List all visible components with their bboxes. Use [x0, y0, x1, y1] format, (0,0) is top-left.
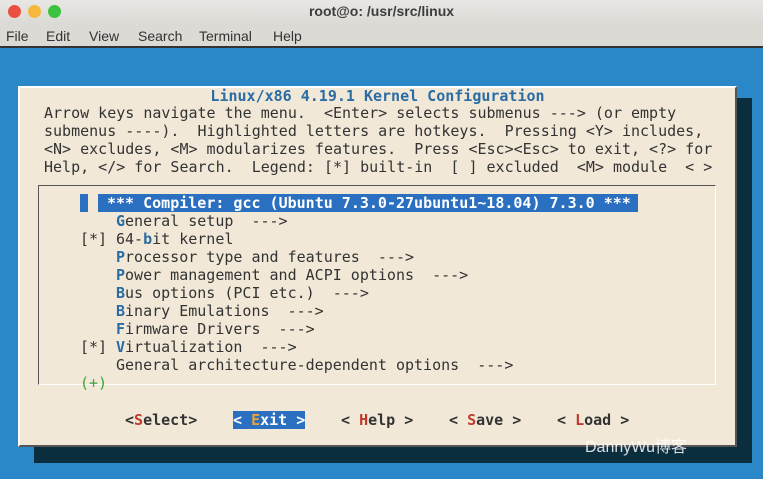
help-text: Arrow keys navigate the menu. <Enter> se… [44, 104, 677, 122]
menu-item[interactable]: General setup ---> [116, 212, 288, 230]
menu-item-label: eneral setup ---> [125, 212, 288, 230]
menu-search[interactable]: Search [138, 28, 182, 44]
menu-item[interactable]: Virtualization ---> [116, 338, 297, 356]
cursor [80, 194, 88, 212]
hotkey: P [116, 266, 126, 284]
help-text: Help, </> for Search. Legend: [*] built-… [44, 158, 713, 176]
dialog-shadow [737, 98, 752, 463]
hotkey: S [467, 411, 477, 429]
button-label: < [557, 411, 576, 429]
menu-item-label: irmware Drivers ---> [125, 320, 315, 338]
button-select[interactable]: <Select> [125, 411, 197, 429]
menubar: File Edit View Search Terminal Help [0, 24, 763, 48]
menu-item-label: us options (PCI etc.) ---> [125, 284, 369, 302]
menu-item[interactable]: 64-bit kernel [116, 230, 233, 248]
menu-view[interactable]: View [89, 28, 119, 44]
menu-item[interactable]: General architecture-dependent options -… [116, 356, 513, 374]
help-text: <N> excludes, <M> modularizes features. … [44, 140, 713, 158]
menu-edit[interactable]: Edit [46, 28, 70, 44]
menu-item-label: *** Compiler: gcc (Ubuntu 7.3.0-27ubuntu… [107, 194, 631, 212]
hotkey: P [116, 248, 126, 266]
menu-item-label: ower management and ACPI options ---> [125, 266, 469, 284]
menu-item-label: 64- [116, 230, 144, 248]
checkbox[interactable]: [*] [80, 230, 107, 248]
button-label: < [449, 411, 468, 429]
button-label: < [125, 411, 135, 429]
menu-item[interactable]: Processor type and features ---> [116, 248, 414, 266]
dialog-title: Linux/x86 4.19.1 Kernel Configuration [210, 87, 545, 105]
hotkey: B [116, 284, 126, 302]
menu-item[interactable]: *** Compiler: gcc (Ubuntu 7.3.0-27ubuntu… [107, 194, 631, 212]
checkbox[interactable]: [*] [80, 338, 107, 356]
menu-terminal[interactable]: Terminal [199, 28, 252, 44]
button-label: elect> [143, 411, 198, 429]
menu-help[interactable]: Help [273, 28, 302, 44]
menu-item[interactable]: Binary Emulations ---> [116, 302, 324, 320]
menu-item-label: rocessor type and features ---> [125, 248, 415, 266]
hotkey: L [575, 411, 585, 429]
help-text: submenus ----). Highlighted letters are … [44, 122, 704, 140]
hotkey: G [116, 212, 126, 230]
button-label: elp > [368, 411, 414, 429]
menu-item[interactable]: Firmware Drivers ---> [116, 320, 315, 338]
menu-item[interactable]: Power management and ACPI options ---> [116, 266, 468, 284]
hotkey: V [116, 338, 126, 356]
button-exit[interactable]: < Exit > [233, 411, 306, 429]
menu-file[interactable]: File [6, 28, 29, 44]
hotkey: b [143, 230, 153, 248]
hotkey: H [359, 411, 369, 429]
hotkey: B [116, 302, 126, 320]
menu-item-label: General architecture-dependent options -… [116, 356, 514, 374]
window-titlebar: root@o: /usr/src/linux [0, 0, 763, 24]
button-label: < [233, 411, 252, 429]
button-label: ave > [476, 411, 522, 429]
menu-item-label: inary Emulations ---> [125, 302, 324, 320]
button-label: xit > [260, 411, 306, 429]
hotkey: F [116, 320, 126, 338]
button-help[interactable]: < Help > [341, 411, 413, 429]
menu-item-label: it kernel [152, 230, 234, 248]
menu-item-label: irtualization ---> [125, 338, 297, 356]
button-label: < [341, 411, 360, 429]
button-save[interactable]: < Save > [449, 411, 521, 429]
window-title: root@o: /usr/src/linux [308, 3, 455, 19]
hotkey: S [134, 411, 144, 429]
more-indicator: (+) [80, 374, 108, 392]
button-load[interactable]: < Load > [557, 411, 629, 429]
menu-item[interactable]: Bus options (PCI etc.) ---> [116, 284, 369, 302]
hotkey: E [251, 411, 261, 429]
button-label: oad > [584, 411, 630, 429]
watermark: DannyWu博客 [585, 439, 687, 456]
